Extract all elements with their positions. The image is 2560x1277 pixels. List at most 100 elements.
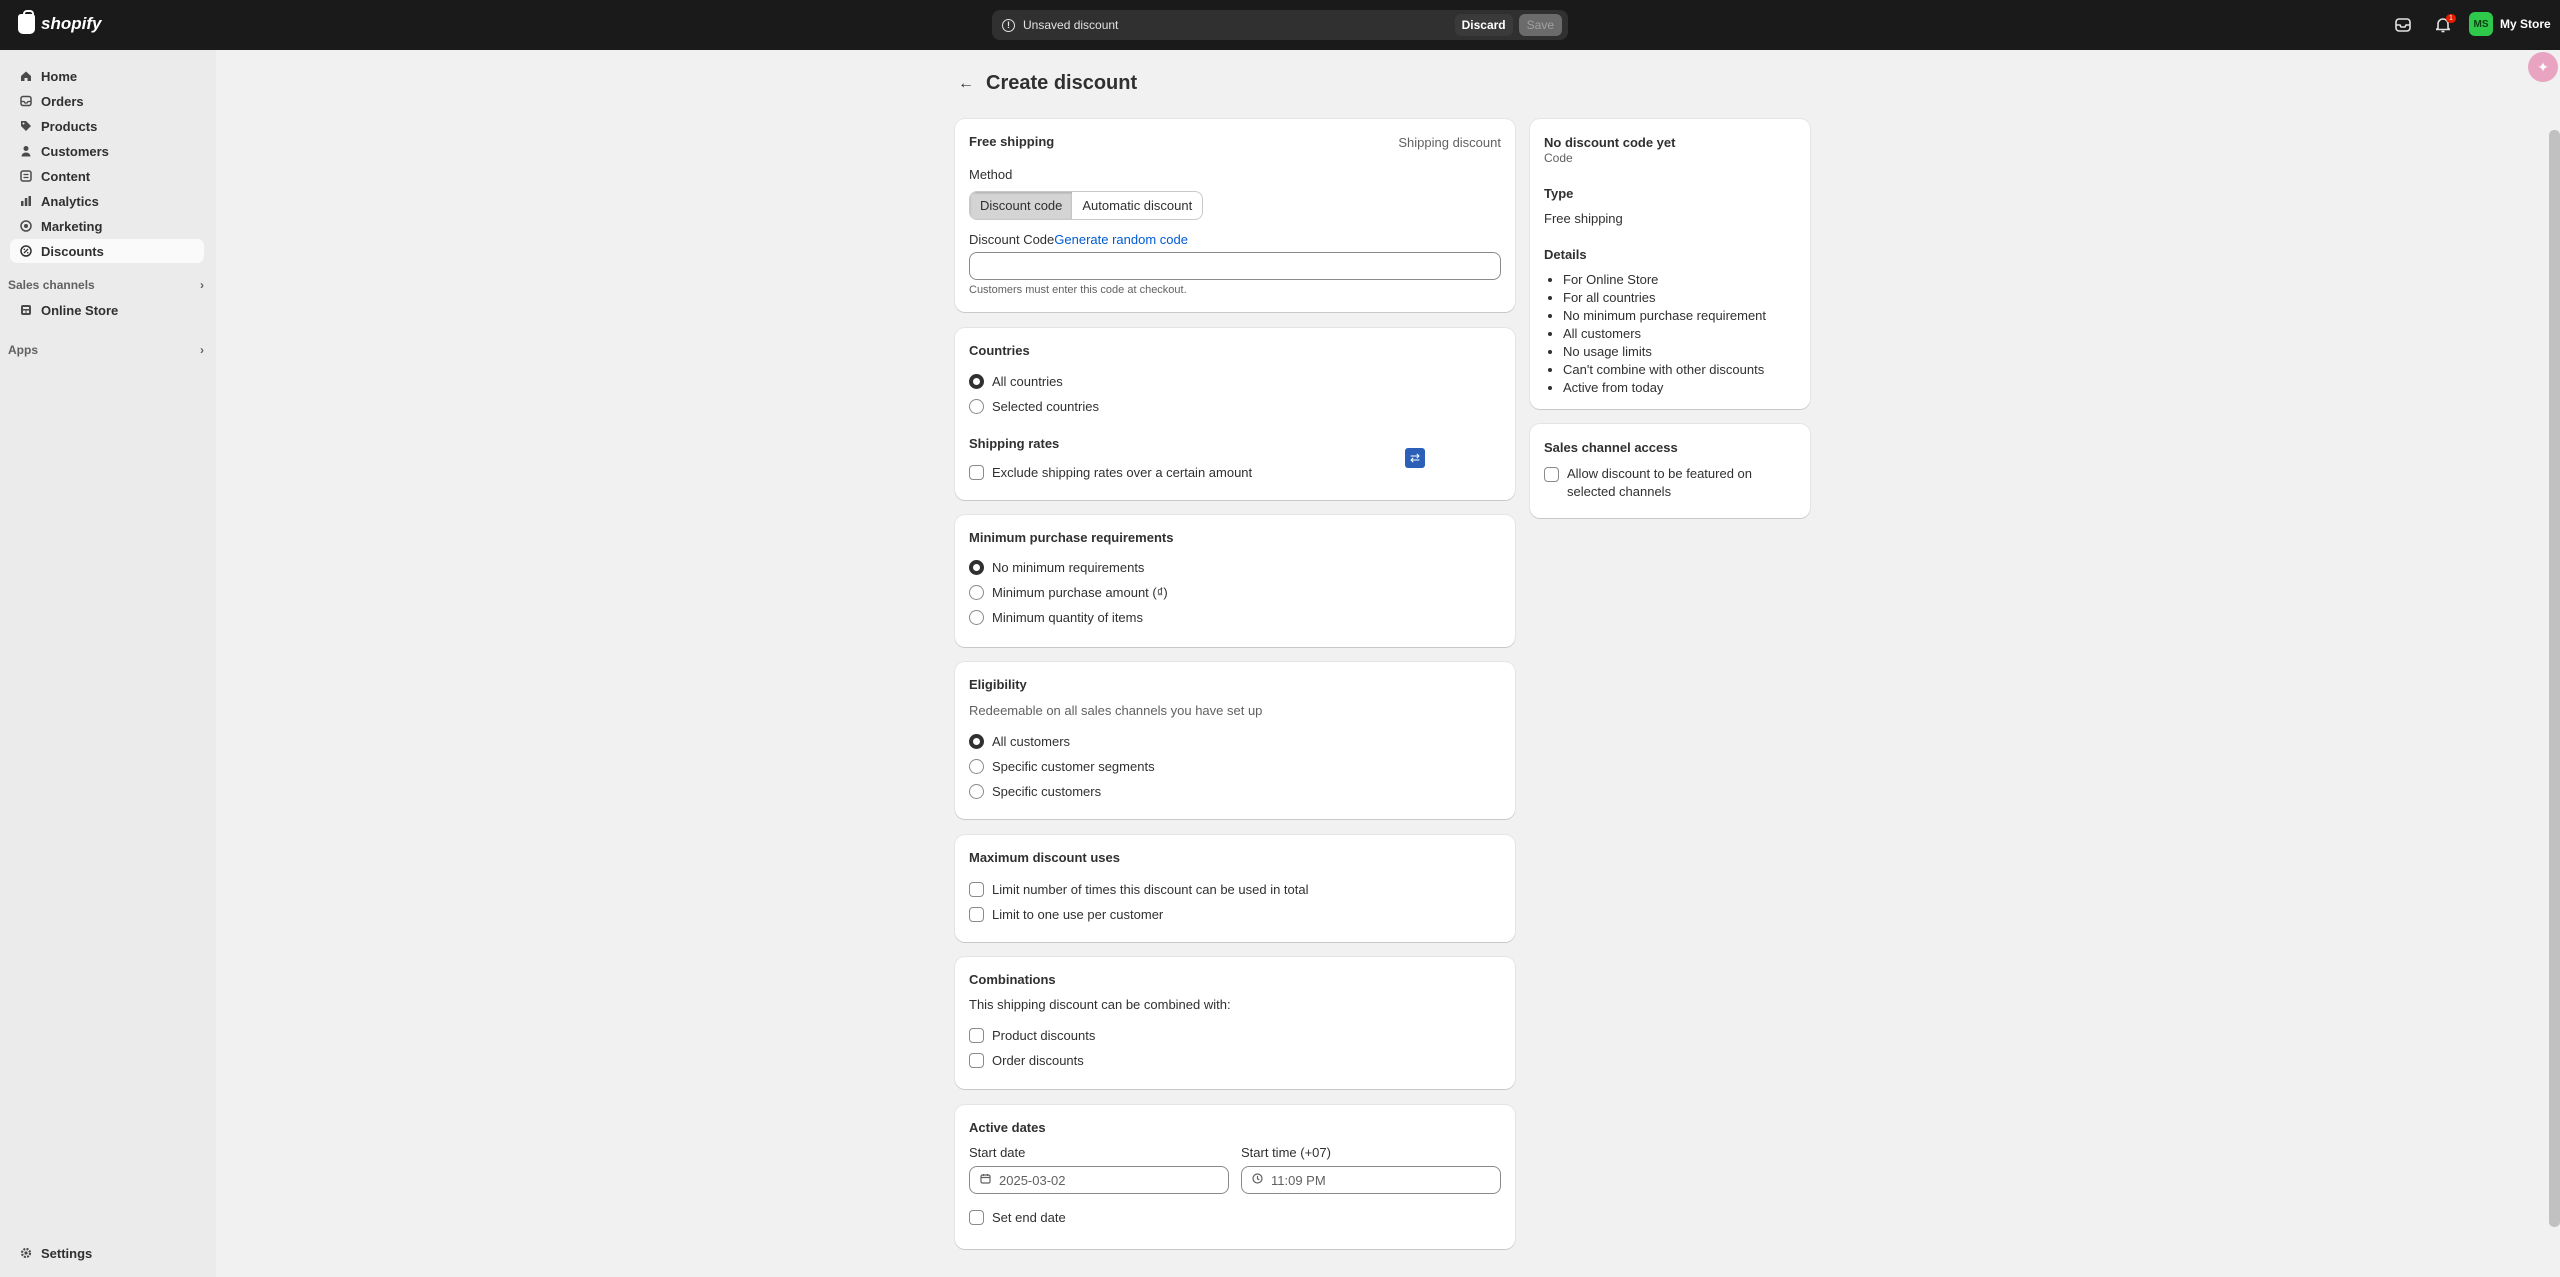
checkbox[interactable] [969,1028,984,1043]
sales-channels-header[interactable]: Sales channels › [8,278,204,292]
orders-icon [20,95,32,107]
radio[interactable] [969,759,984,774]
sidebar-item-analytics[interactable]: Analytics [10,189,204,213]
avatar: MS [2469,12,2493,36]
checkbox-label-line-1: Allow discount to be featured on [1567,466,1753,481]
shipping-rates-title: Shipping rates [969,436,1060,451]
brand-name: shopify [41,14,102,33]
all-countries-radio[interactable]: All countries [969,374,1063,389]
sparkle-assistant-icon[interactable]: ✦ [2528,52,2558,82]
product-discounts-checkbox[interactable]: Product discounts [969,1028,1095,1043]
sidebar-item-orders[interactable]: Orders [10,89,204,113]
list-item: Active from today [1563,379,1766,397]
order-discounts-checkbox[interactable]: Order discounts [969,1053,1084,1068]
shopify-logo[interactable]: shopify [18,10,102,34]
sidebar-item-label: Content [41,168,91,184]
discard-button[interactable]: Discard [1454,14,1513,36]
generate-code-link[interactable]: Generate random code [1054,232,1188,247]
card-title: Countries [969,343,1030,358]
list-item: All customers [1563,325,1766,343]
contextual-save-bar: ! Unsaved discount Discard Save [992,10,1568,40]
checkbox-label: Limit number of times this discount can … [992,882,1309,897]
sidebar-item-products[interactable]: Products [10,114,204,138]
store-inbox-icon[interactable] [2394,16,2412,34]
sidebar-item-label: Discounts [41,243,104,259]
sidebar: Home Orders Products Customers Content A… [0,50,216,1277]
card-title: Active dates [969,1120,1046,1135]
checkbox[interactable] [969,882,984,897]
checkbox-label: Allow discount to be featured on selected… [1567,465,1752,501]
summary-card: No discount code yet Code Type Free ship… [1530,119,1810,409]
type-title: Type [1544,186,1574,201]
card-title: Free shipping [969,134,1055,149]
selected-countries-radio[interactable]: Selected countries [969,399,1099,414]
checkbox[interactable] [1544,467,1559,482]
radio[interactable] [969,585,984,600]
save-button[interactable]: Save [1518,14,1562,36]
list-item: For all countries [1563,289,1766,307]
sidebar-item-discounts[interactable]: Discounts [10,239,204,263]
sidebar-item-label: Online Store [41,302,119,318]
marketing-icon [20,220,32,232]
gear-icon [20,1247,32,1259]
limit-total-checkbox[interactable]: Limit number of times this discount can … [969,882,1309,897]
list-item: No minimum purchase requirement [1563,307,1766,325]
radio-label: Minimum quantity of items [992,610,1143,625]
tag-icon [20,120,32,132]
checkbox[interactable] [969,1053,984,1068]
code-subtitle: Code [1544,151,1573,165]
translate-extension-icon[interactable]: ⇄ [1405,448,1425,468]
discount-code-label-row: Discount CodeGenerate random code [969,232,1188,247]
minimum-amount-radio[interactable]: Minimum purchase amount (₫) [969,585,1168,600]
scrollbar[interactable] [2549,130,2560,1227]
card-title: Sales channel access [1544,440,1678,455]
radio-selected[interactable] [969,560,984,575]
store-menu[interactable]: MS My Store [2469,12,2551,36]
home-icon [20,70,32,82]
radio[interactable] [969,399,984,414]
set-end-date-checkbox[interactable]: Set end date [969,1210,1066,1225]
checkbox-label: Limit to one use per customer [992,907,1164,922]
automatic-discount-option[interactable]: Automatic discount [1072,192,1202,219]
start-date-input[interactable]: 2025-03-02 [969,1166,1229,1194]
specific-customers-radio[interactable]: Specific customers [969,784,1101,799]
store-name: My Store [2500,17,2551,31]
details-title: Details [1544,247,1587,262]
active-dates-card: Active dates Start date Start time (+07)… [955,1105,1515,1249]
sidebar-item-home[interactable]: Home [10,64,204,88]
featured-channels-checkbox[interactable]: Allow discount to be featured on selected… [1544,465,1752,501]
checkbox-label: Set end date [992,1210,1066,1225]
checkbox[interactable] [969,907,984,922]
back-arrow-icon[interactable]: ← [958,75,974,93]
customer-segments-radio[interactable]: Specific customer segments [969,759,1155,774]
discount-code-option[interactable]: Discount code [970,192,1073,219]
sidebar-item-marketing[interactable]: Marketing [10,214,204,238]
page-header: ← Create discount [958,72,1137,95]
analytics-icon [20,195,32,207]
sidebar-item-online-store[interactable]: Online Store [10,298,204,322]
apps-header[interactable]: Apps › [8,343,204,357]
radio-selected[interactable] [969,374,984,389]
method-card: Free shipping Shipping discount Method D… [955,119,1515,312]
chevron-right-icon: › [200,278,204,292]
limit-per-customer-checkbox[interactable]: Limit to one use per customer [969,907,1163,922]
exclude-rates-checkbox[interactable]: Exclude shipping rates over a certain am… [969,465,1252,480]
start-time-input[interactable]: 11:09 PM [1241,1166,1501,1194]
sidebar-item-label: Home [41,68,78,84]
type-value: Free shipping [1544,211,1623,226]
checkbox[interactable] [969,465,984,480]
radio-selected[interactable] [969,734,984,749]
page-title: Create discount [986,72,1138,94]
sidebar-item-customers[interactable]: Customers [10,139,204,163]
start-date-value: 2025-03-02 [999,1172,1066,1188]
radio[interactable] [969,784,984,799]
radio[interactable] [969,610,984,625]
discount-code-input[interactable] [969,252,1501,280]
minimum-quantity-radio[interactable]: Minimum quantity of items [969,610,1143,625]
checkbox[interactable] [969,1210,984,1225]
sidebar-item-content[interactable]: Content [10,164,204,188]
checkbox-label-line-2: selected channels [1567,484,1672,499]
sidebar-item-settings[interactable]: Settings [10,1241,204,1265]
no-minimum-radio[interactable]: No minimum requirements [969,560,1144,575]
all-customers-radio[interactable]: All customers [969,734,1070,749]
